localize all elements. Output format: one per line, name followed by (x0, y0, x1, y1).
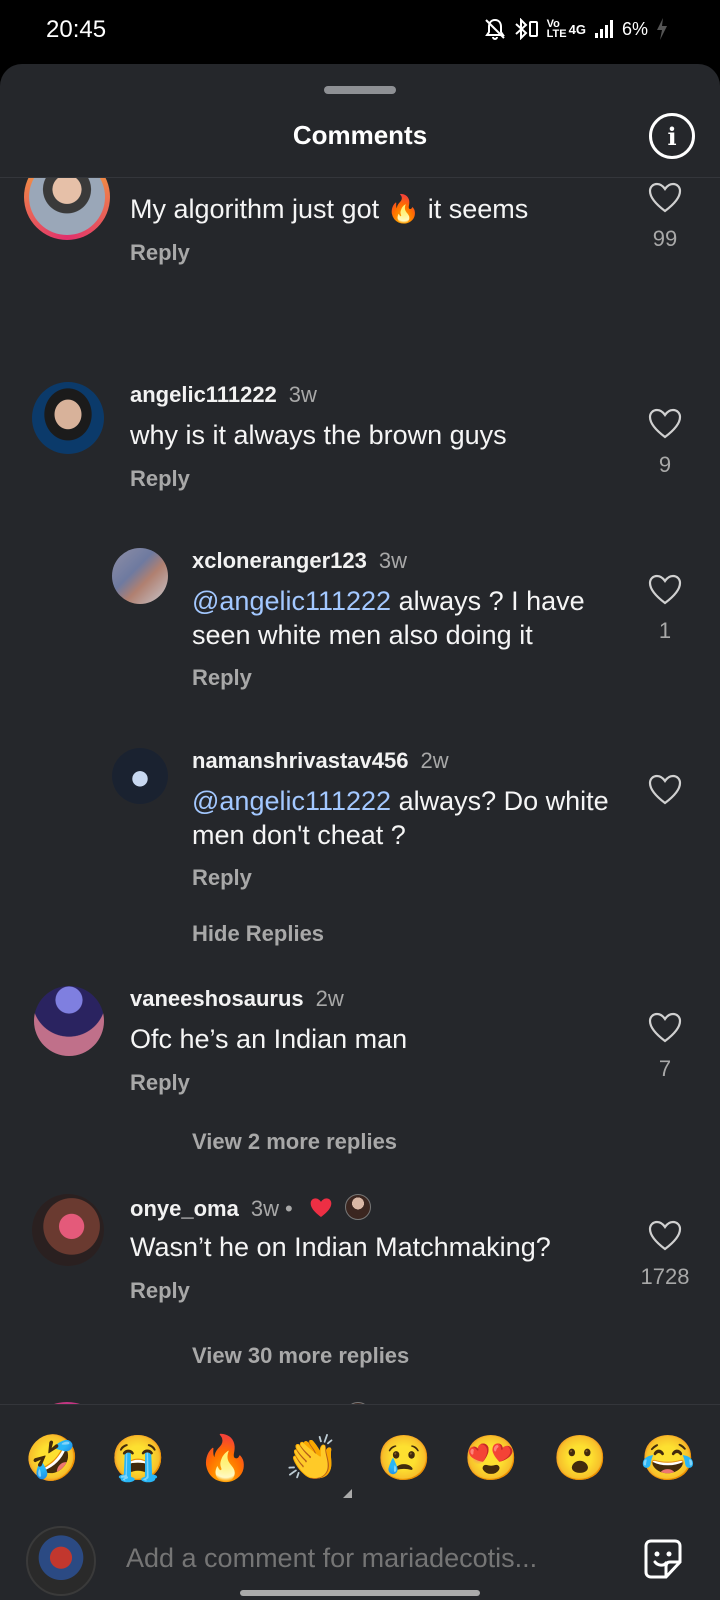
reply-button[interactable]: Reply (192, 865, 252, 891)
avatar[interactable] (32, 382, 104, 454)
avatar[interactable] (32, 1194, 104, 1266)
mention-link[interactable]: @angelic111222 (192, 586, 391, 616)
username[interactable]: namanshrivastav456 2w (192, 748, 449, 774)
volte-label: Vo LTE (546, 18, 567, 40)
signal-icon (594, 20, 613, 38)
status-icons: Vo LTE 4G 6% (484, 18, 668, 40)
like-count: 7 (658, 1056, 672, 1081)
username[interactable]: angelic111222 3w (130, 382, 317, 408)
separator-dot: • (284, 1196, 293, 1221)
username[interactable]: onye_oma 3w • (130, 1194, 371, 1222)
comment-text: @angelic111222 always ? I have seen whit… (192, 584, 612, 652)
emoji-rofl[interactable]: 🤣 (24, 1431, 80, 1487)
reply-button[interactable]: Reply (130, 240, 190, 266)
creator-avatar (344, 1194, 371, 1220)
bluetooth-icon (514, 18, 538, 40)
like-heart-icon[interactable] (648, 408, 682, 440)
username-text[interactable]: namanshrivastav456 (192, 748, 408, 773)
comment-time: 3w (378, 548, 407, 573)
emoji-reaction-bar: 🤣 😭 🔥 👏 😢 😍 😮 😂 (0, 1404, 720, 1513)
reply-button[interactable]: Reply (130, 466, 190, 492)
emoji-heart-eyes[interactable]: 😍 (463, 1431, 519, 1487)
reply-button[interactable]: Reply (130, 1070, 190, 1096)
comment-time: 2w (420, 748, 449, 773)
mention-link[interactable]: @angelic111222 (192, 786, 391, 816)
home-indicator[interactable] (240, 1590, 480, 1596)
username-text[interactable]: vaneeshosaurus (130, 986, 304, 1011)
emoji-clapping[interactable]: 👏 (284, 1431, 340, 1487)
like-heart-icon[interactable] (648, 1012, 682, 1044)
comment-text: My algorithm just got 🔥 it seems (130, 194, 529, 224)
comments-sheet: Comments i My algorithm just got 🔥 it se… (0, 64, 720, 1600)
sticker-icon[interactable] (640, 1536, 686, 1582)
like-count: 1 (658, 618, 672, 643)
like-heart-icon[interactable] (648, 182, 682, 214)
like-count: 99 (652, 226, 678, 251)
status-bar: 20:45 Vo LTE 4G 6% (0, 0, 720, 64)
like-heart-icon[interactable] (648, 1220, 682, 1252)
sheet-title: Comments (292, 120, 428, 150)
creator-liked-heart-icon (310, 1198, 332, 1217)
comment-list[interactable]: My algorithm just got 🔥 it seems Reply 9… (0, 178, 720, 1404)
emoji-surprised[interactable]: 😮 (552, 1431, 608, 1487)
comment-text: Ofc he’s an Indian man (130, 1024, 408, 1054)
username-text[interactable]: onye_oma (130, 1196, 239, 1221)
emoji-more-indicator[interactable] (343, 1489, 352, 1498)
like-heart-icon[interactable] (648, 774, 682, 806)
hide-replies-link[interactable]: Hide Replies (192, 921, 324, 947)
reply-button[interactable]: Reply (192, 665, 252, 691)
comment-text: Wasn’t he on Indian Matchmaking? (130, 1232, 551, 1262)
emoji-tears-of-joy[interactable]: 😂 (640, 1431, 696, 1487)
view-more-replies-link[interactable]: View 30 more replies (192, 1343, 409, 1369)
username[interactable]: xcloneranger123 3w (192, 548, 407, 574)
like-count: 9 (658, 452, 672, 477)
emoji-loudly-crying[interactable]: 😭 (110, 1431, 166, 1487)
network-label: 4G (568, 21, 586, 37)
my-avatar (26, 1526, 96, 1596)
username-text[interactable]: angelic111222 (130, 382, 277, 407)
info-button[interactable]: i (649, 113, 695, 159)
username[interactable]: vaneeshosaurus 2w (130, 986, 344, 1012)
reply-button[interactable]: Reply (130, 1278, 190, 1304)
comment-input[interactable] (124, 1540, 608, 1576)
battery-percent: 6% (621, 18, 648, 39)
comment-time: 3w (250, 1196, 279, 1221)
comment-time: 2w (315, 986, 344, 1011)
drag-handle[interactable] (324, 86, 396, 94)
view-more-replies-link[interactable]: View 2 more replies (192, 1129, 397, 1155)
emoji-fire[interactable]: 🔥 (197, 1431, 253, 1487)
comment-composer (0, 1512, 720, 1600)
info-icon: i (667, 121, 677, 151)
mute-bell-icon (484, 18, 505, 40)
username-text[interactable]: xcloneranger123 (192, 548, 367, 573)
like-heart-icon[interactable] (648, 574, 682, 606)
status-time: 20:45 (46, 16, 107, 43)
comment-text: why is it always the brown guys (130, 420, 507, 450)
avatar[interactable] (112, 548, 168, 604)
emoji-crying[interactable]: 😢 (376, 1431, 432, 1487)
charging-icon (657, 18, 667, 40)
avatar-photo (29, 178, 105, 235)
avatar[interactable] (34, 986, 104, 1056)
avatar[interactable] (112, 748, 168, 804)
like-count: 1728 (640, 1264, 690, 1289)
comment-time: 3w (288, 382, 317, 407)
comment-text: @angelic111222 always? Do white men don'… (192, 784, 612, 852)
avatar[interactable] (24, 178, 110, 240)
